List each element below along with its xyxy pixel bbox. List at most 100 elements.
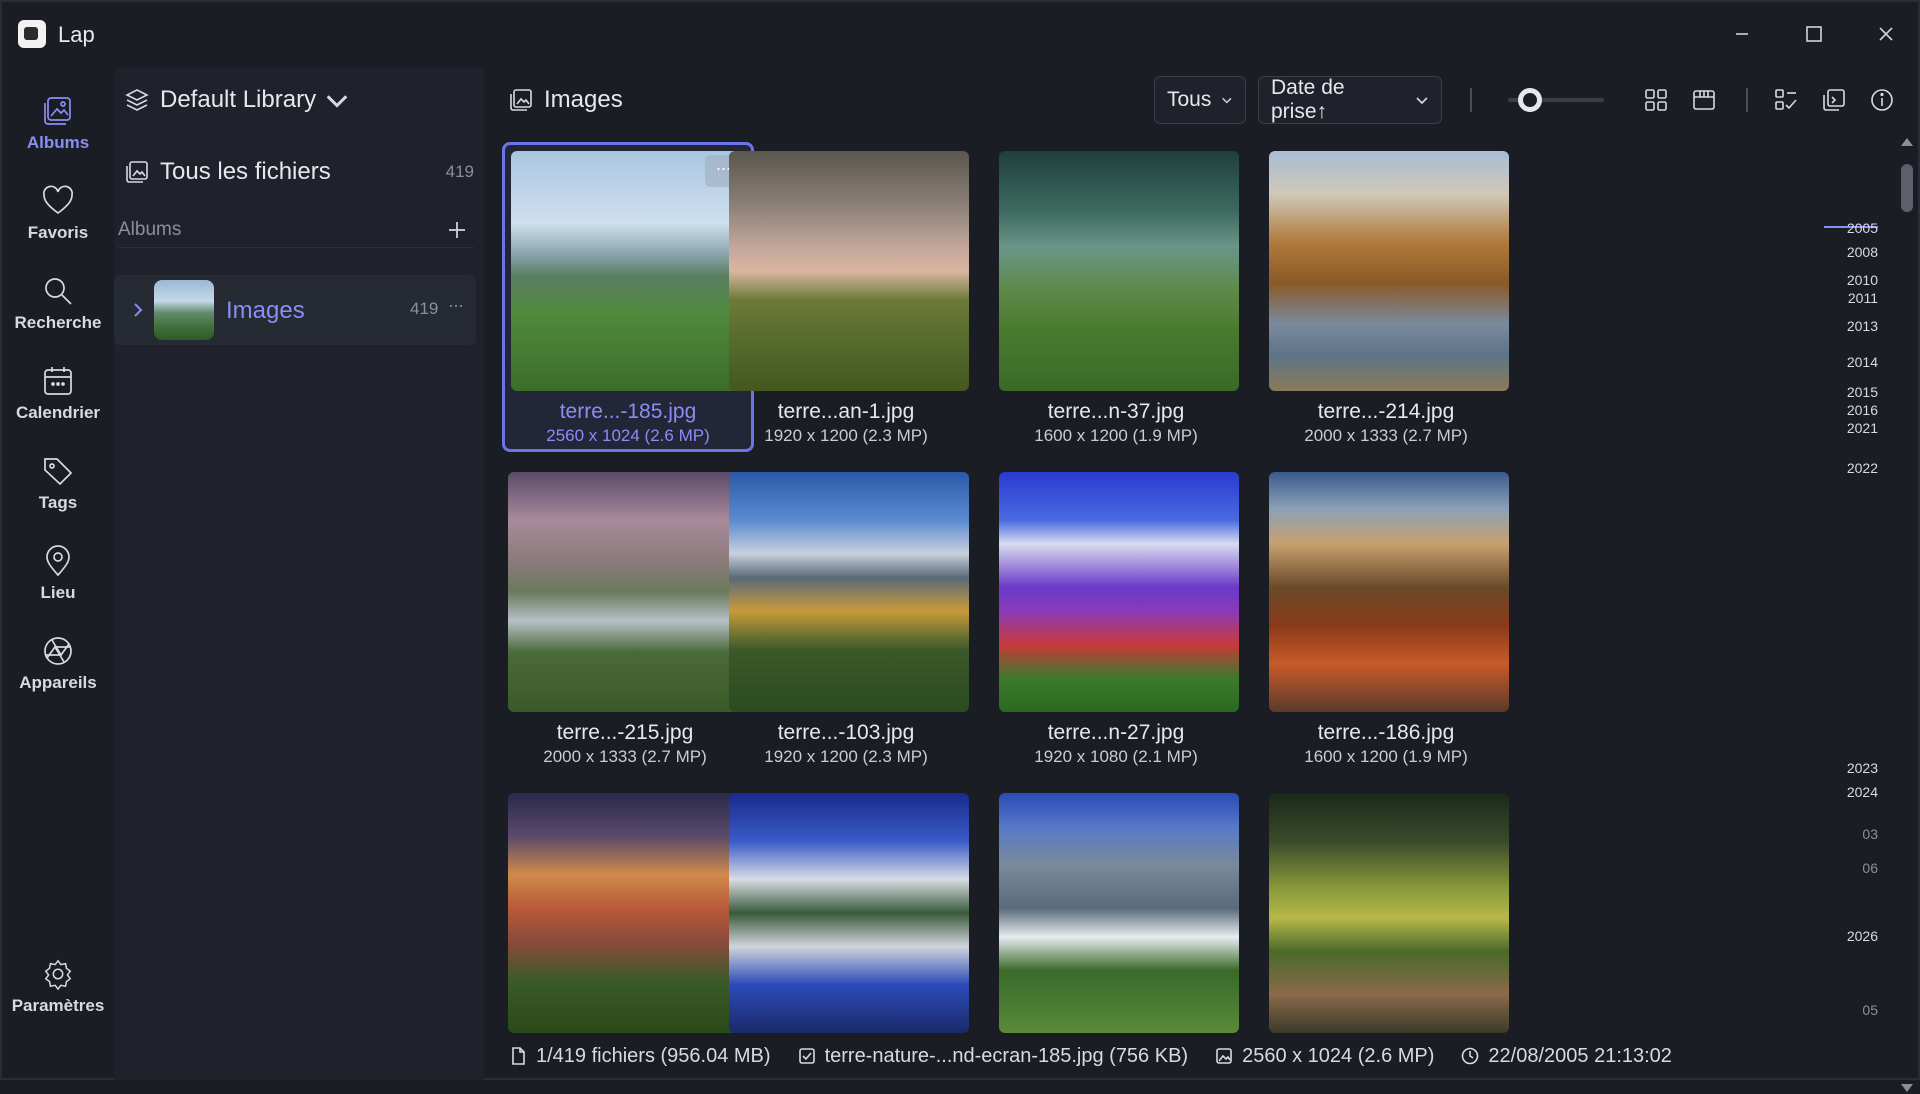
image-thumbnail xyxy=(511,151,751,391)
timeline-label[interactable]: 06 xyxy=(1862,860,1878,876)
library-selector[interactable]: Default Library xyxy=(124,82,350,118)
expand-album-button[interactable] xyxy=(130,299,146,321)
grid-view-button[interactable] xyxy=(1640,84,1672,116)
grid-icon xyxy=(1645,89,1667,111)
image-icon xyxy=(1216,1048,1232,1064)
timeline-label[interactable]: 2023 xyxy=(1847,760,1878,776)
library-name: Default Library xyxy=(160,86,317,113)
nav-settings[interactable]: Paramètres xyxy=(6,958,110,1030)
timeline-label[interactable]: 2014 xyxy=(1847,354,1878,370)
nav-rail: Albums Favoris Recherche Calendrier Tags… xyxy=(2,68,114,1080)
toolbar-divider xyxy=(1746,88,1748,112)
image-filename: terre...an-1.jpg xyxy=(777,400,915,423)
chevron-right-icon xyxy=(134,303,143,317)
nav-lieu[interactable]: Lieu xyxy=(6,544,110,624)
image-thumbnail xyxy=(999,793,1239,1033)
scroll-up-arrow-icon[interactable] xyxy=(1901,138,1913,146)
image-thumbnail xyxy=(508,793,748,1033)
image-card[interactable]: terre...-186.jpg 1600 x 1200 (1.9 MP) xyxy=(1260,463,1512,773)
nav-favoris-label: Favoris xyxy=(27,223,89,242)
timeline-label[interactable]: 2026 xyxy=(1847,928,1878,944)
location-pin-icon xyxy=(46,545,70,577)
scrollbar-thumb[interactable] xyxy=(1901,164,1913,212)
all-files-icon xyxy=(126,161,148,183)
image-dimensions: 1600 x 1200 (1.9 MP) xyxy=(1034,426,1198,445)
minimize-button[interactable] xyxy=(1720,16,1764,52)
timeline-label[interactable]: 2013 xyxy=(1847,318,1878,334)
image-dimensions: 2000 x 1333 (2.7 MP) xyxy=(543,747,707,766)
timeline-label[interactable]: 2024 xyxy=(1847,784,1878,800)
timeline-label[interactable]: 2011 xyxy=(1848,290,1878,306)
nav-tags[interactable]: Tags xyxy=(6,454,110,534)
timeline-label[interactable]: 2021 xyxy=(1847,420,1878,436)
nav-favoris[interactable]: Favoris xyxy=(6,184,110,264)
nav-appareils[interactable]: Appareils xyxy=(6,634,110,714)
layers-icon xyxy=(125,89,149,111)
sort-value: Date de prise↑ xyxy=(1271,76,1345,123)
camera-aperture-icon xyxy=(44,637,72,665)
info-icon xyxy=(1871,89,1893,111)
scrollbar[interactable] xyxy=(1900,138,1914,1092)
timeline-view-button[interactable] xyxy=(1688,84,1720,116)
image-filename: terre...-185.jpg xyxy=(559,400,697,423)
zoom-slider-thumb[interactable] xyxy=(1518,88,1542,112)
image-card[interactable]: terre...-103.jpg 1920 x 1200 (2.3 MP) xyxy=(720,463,972,773)
nav-appareils-label: Appareils xyxy=(19,673,97,692)
add-album-button[interactable] xyxy=(444,217,470,243)
chevron-down-icon xyxy=(1222,97,1232,104)
nav-calendrier[interactable]: Calendrier xyxy=(6,364,110,444)
image-dimensions: 1920 x 1200 (2.3 MP) xyxy=(764,747,928,766)
plus-icon xyxy=(449,221,465,238)
timeline-label[interactable]: 2016 xyxy=(1847,402,1878,418)
select-mode-button[interactable] xyxy=(1770,84,1802,116)
compare-button[interactable] xyxy=(1818,84,1850,116)
sort-dropdown[interactable]: Date de prise↑ xyxy=(1258,76,1442,124)
scroll-down-arrow-icon[interactable] xyxy=(1901,1084,1913,1092)
timeline-label[interactable]: 03 xyxy=(1862,826,1878,842)
close-button[interactable] xyxy=(1864,16,1908,52)
album-more-button[interactable]: ··· xyxy=(448,295,464,316)
page-title: Images xyxy=(544,86,623,113)
chevron-down-icon xyxy=(1416,97,1428,105)
filter-value: Tous xyxy=(1167,88,1212,111)
albums-icon xyxy=(44,97,71,125)
all-files-item[interactable]: Tous les fichiers 419 xyxy=(124,152,474,192)
timeline-label[interactable]: 2015 xyxy=(1847,384,1878,400)
minimize-icon xyxy=(1736,33,1748,35)
status-selected-file: terre-nature-...nd-ecran-185.jpg (756 KB… xyxy=(797,1045,1188,1068)
nav-lieu-label: Lieu xyxy=(40,583,76,602)
chevron-down-icon xyxy=(326,95,348,108)
nav-albums[interactable]: Albums xyxy=(6,94,110,174)
timeline-label[interactable]: 2008 xyxy=(1847,244,1878,260)
image-dimensions: 2000 x 1333 (2.7 MP) xyxy=(1304,426,1468,445)
image-card[interactable]: terre...n-27.jpg 1920 x 1080 (2.1 MP) xyxy=(990,463,1242,773)
app-logo-icon xyxy=(18,20,46,48)
albums-section-header: Albums xyxy=(118,212,474,248)
status-dimensions: 2560 x 1024 (2.6 MP) xyxy=(1214,1045,1434,1068)
album-item-images[interactable]: Images 419 ··· xyxy=(114,275,476,345)
image-card[interactable]: terre...n-37.jpg 1600 x 1200 (1.9 MP) xyxy=(990,142,1242,452)
image-dimensions: 2560 x 1024 (2.6 MP) xyxy=(546,426,710,445)
status-date: 22/08/2005 21:13:02 xyxy=(1460,1045,1672,1068)
image-card[interactable]: terre...an-1.jpg 1920 x 1200 (2.3 MP) xyxy=(720,142,972,452)
image-card[interactable]: terre...-215.jpg 2000 x 1333 (2.7 MP) xyxy=(499,463,751,773)
image-card[interactable]: terre...-214.jpg 2000 x 1333 (2.7 MP) xyxy=(1260,142,1512,452)
calendar-icon xyxy=(44,367,72,395)
nav-recherche[interactable]: Recherche xyxy=(6,274,110,354)
title-bar: Lap xyxy=(2,2,1920,68)
image-filename: terre...-215.jpg xyxy=(556,721,694,744)
image-thumbnail xyxy=(999,151,1239,391)
timeline-label[interactable]: 2010 xyxy=(1847,272,1878,288)
image-dimensions: 1920 x 1200 (2.3 MP) xyxy=(764,426,928,445)
image-card[interactable]: ··· terre...-185.jpg 2560 x 1024 (2.6 MP… xyxy=(502,142,754,452)
timeline-label[interactable]: 05 xyxy=(1862,1002,1878,1018)
checklist-icon xyxy=(1775,89,1797,110)
image-thumbnail xyxy=(729,793,969,1033)
filter-dropdown[interactable]: Tous xyxy=(1154,76,1246,124)
status-date-text: 22/08/2005 21:13:02 xyxy=(1488,1044,1672,1067)
timeline-label[interactable]: 2022 xyxy=(1847,460,1878,476)
maximize-button[interactable] xyxy=(1792,16,1836,52)
timeline-label[interactable]: 2005 xyxy=(1847,220,1878,236)
compare-icon xyxy=(1823,89,1845,111)
info-button[interactable] xyxy=(1866,84,1898,116)
